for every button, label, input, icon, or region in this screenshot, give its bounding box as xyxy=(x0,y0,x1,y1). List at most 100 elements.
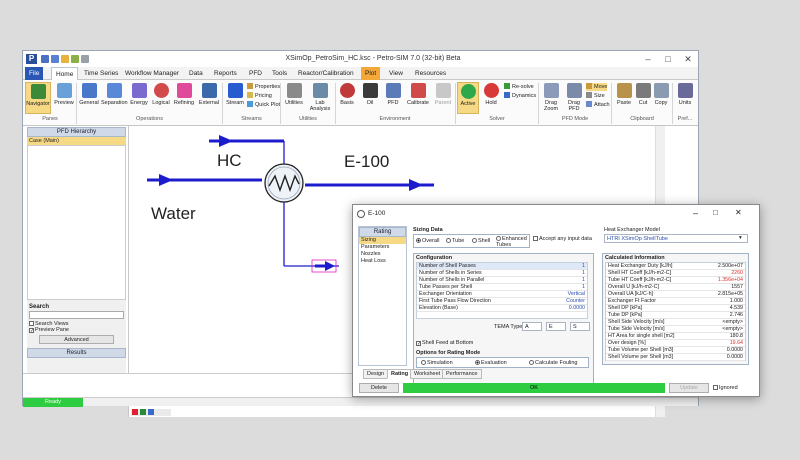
pfd-button[interactable]: PFD xyxy=(382,82,404,114)
delete-button[interactable]: Delete xyxy=(359,383,399,393)
size-button[interactable]: Size xyxy=(586,92,605,100)
close-icon[interactable]: ✕ xyxy=(679,53,697,65)
customize-icon[interactable] xyxy=(81,55,89,63)
radio-shell[interactable]: Shell xyxy=(472,238,490,244)
config-row[interactable]: Number of Shells in Series 1 xyxy=(417,270,587,277)
tema-shell-select[interactable]: E xyxy=(546,322,566,331)
radio-calculate-fouling[interactable]: Calculate Fouling xyxy=(529,360,578,366)
units-button[interactable]: Units xyxy=(674,82,696,114)
open-folder-icon[interactable] xyxy=(61,55,69,63)
nav-item-nozzles[interactable]: Nozzles xyxy=(359,251,406,258)
general-button[interactable]: General xyxy=(78,82,100,114)
app-logo[interactable]: P xyxy=(26,54,37,64)
config-row-value[interactable]: 1 xyxy=(582,263,585,270)
update-button[interactable]: Update xyxy=(669,383,709,393)
search-views-checkbox[interactable] xyxy=(29,321,34,326)
tab-plot[interactable]: Plot xyxy=(361,67,381,80)
tab-data[interactable]: Data xyxy=(185,67,207,80)
tab-file[interactable]: File xyxy=(25,67,44,80)
external-button[interactable]: External xyxy=(197,82,221,114)
tab-worksheet[interactable]: Worksheet xyxy=(410,369,445,379)
drag-zoom-button[interactable]: Drag Zoom xyxy=(540,82,562,114)
copy-button[interactable]: Copy xyxy=(652,82,670,114)
outlet-stream-right[interactable] xyxy=(305,179,434,191)
radio-evaluation[interactable]: Evaluation xyxy=(475,360,507,366)
tab-design[interactable]: Design xyxy=(363,369,389,379)
zoom-fit-icon[interactable] xyxy=(148,409,154,415)
nav-item-parameters[interactable]: Parameters xyxy=(359,244,406,251)
energy-button[interactable]: Energy xyxy=(128,82,150,114)
config-row-value[interactable]: Counter xyxy=(566,298,585,305)
separation-button[interactable]: Separation xyxy=(101,82,128,114)
accept-input-checkbox[interactable] xyxy=(533,236,538,241)
radio-enhanced-tubes[interactable]: Enhanced Tubes xyxy=(496,236,532,248)
radio-simulation[interactable]: Simulation xyxy=(421,360,453,366)
dynamics-button[interactable]: Dynamics xyxy=(504,92,536,100)
preview-pane-checkbox[interactable]: ✓ xyxy=(29,328,34,334)
hierarchy-item-case-main[interactable]: Case (Main) xyxy=(27,137,126,145)
save-as-icon[interactable] xyxy=(51,55,59,63)
cut-button[interactable]: Cut xyxy=(634,82,652,114)
utilities-button[interactable]: Utilities xyxy=(282,82,306,114)
quick-plot-button[interactable]: Quick Plot xyxy=(247,101,280,109)
heat-exchanger-label[interactable]: E-100 xyxy=(344,152,389,172)
radio-tube[interactable]: Tube xyxy=(446,238,464,244)
tab-view[interactable]: View xyxy=(385,67,407,80)
refining-button[interactable]: Refining xyxy=(172,82,196,114)
pfd-zoom-controls[interactable] xyxy=(131,409,171,416)
preview-pane-option[interactable]: ✓Preview Pane xyxy=(27,327,126,334)
properties-button[interactable]: Properties xyxy=(247,83,280,91)
logical-button[interactable]: Logical xyxy=(150,82,172,114)
water-stream-label[interactable]: Water xyxy=(151,204,196,224)
shell-feed-checkbox[interactable]: ✓ xyxy=(416,341,421,347)
tab-tools[interactable]: Tools xyxy=(268,67,291,80)
re-solve-button[interactable]: Re-solve xyxy=(504,83,534,91)
paste-button[interactable]: Paste xyxy=(613,82,635,114)
config-row[interactable]: First Tube Pass Flow Direction Counter xyxy=(417,298,587,305)
hold-button[interactable]: Hold xyxy=(480,82,502,114)
tab-pfd[interactable]: PFD xyxy=(245,67,266,80)
dialog-close-icon[interactable]: ✕ xyxy=(735,208,742,217)
tab-performance[interactable]: Performance xyxy=(442,369,482,379)
config-row[interactable]: Number of Shells in Parallel 1 xyxy=(417,277,587,284)
undo-icon[interactable] xyxy=(71,55,79,63)
config-row[interactable]: Exchanger Orientation Vertical xyxy=(417,291,587,298)
ignored-checkbox[interactable] xyxy=(713,385,718,390)
hc-stream-label[interactable]: HC xyxy=(217,151,242,171)
tab-rating[interactable]: Rating xyxy=(387,369,413,379)
navigator-button[interactable]: Navigator xyxy=(25,82,51,114)
config-row[interactable]: Elevation (Base) 0.0000 xyxy=(417,305,587,312)
tab-resources[interactable]: Resources xyxy=(411,67,450,80)
minimize-icon[interactable]: – xyxy=(639,53,657,65)
pricing-button[interactable]: Pricing xyxy=(247,92,272,100)
tab-reports[interactable]: Reports xyxy=(210,67,241,80)
config-row-value[interactable]: Vertical xyxy=(568,291,585,298)
move-button[interactable]: Move xyxy=(586,83,608,91)
lab-analysis-button[interactable]: Lab Analysis xyxy=(307,82,333,114)
tab-reactor-calibration[interactable]: Reactor/Calibration xyxy=(294,67,358,80)
parent-button[interactable]: Parent xyxy=(432,82,454,114)
preview-button[interactable]: Preview xyxy=(53,82,75,114)
advanced-button[interactable]: Advanced xyxy=(39,335,114,344)
config-row[interactable]: Tube Passes per Shell 1 xyxy=(417,284,587,291)
zoom-in-icon[interactable] xyxy=(140,409,146,415)
attach-button[interactable]: Attach xyxy=(586,101,610,109)
config-row[interactable]: Number of Shell Passes 1 xyxy=(417,263,587,270)
tab-workflow-manager[interactable]: Workflow Manager xyxy=(121,67,183,80)
chevron-down-icon[interactable]: ▾ xyxy=(739,235,742,241)
calibrate-button[interactable]: Calibrate xyxy=(405,82,431,114)
tab-time-series[interactable]: Time Series xyxy=(80,67,122,80)
water-stream[interactable] xyxy=(147,174,262,186)
tema-front-select[interactable]: A xyxy=(522,322,542,331)
config-row-value[interactable]: 1 xyxy=(582,277,585,284)
save-icon[interactable] xyxy=(41,55,49,63)
zoom-out-icon[interactable] xyxy=(132,409,138,415)
active-button[interactable]: Active xyxy=(457,82,479,114)
stream-button[interactable]: Stream xyxy=(224,82,246,114)
ignored-option[interactable]: Ignored xyxy=(713,385,738,391)
dialog-maximize-icon[interactable]: □ xyxy=(713,208,718,217)
dialog-minimize-icon[interactable]: – xyxy=(693,208,698,218)
accept-input-option[interactable]: Accept any input data xyxy=(533,236,592,242)
oil-button[interactable]: Oil xyxy=(359,82,381,114)
basis-button[interactable]: Basis xyxy=(336,82,358,114)
